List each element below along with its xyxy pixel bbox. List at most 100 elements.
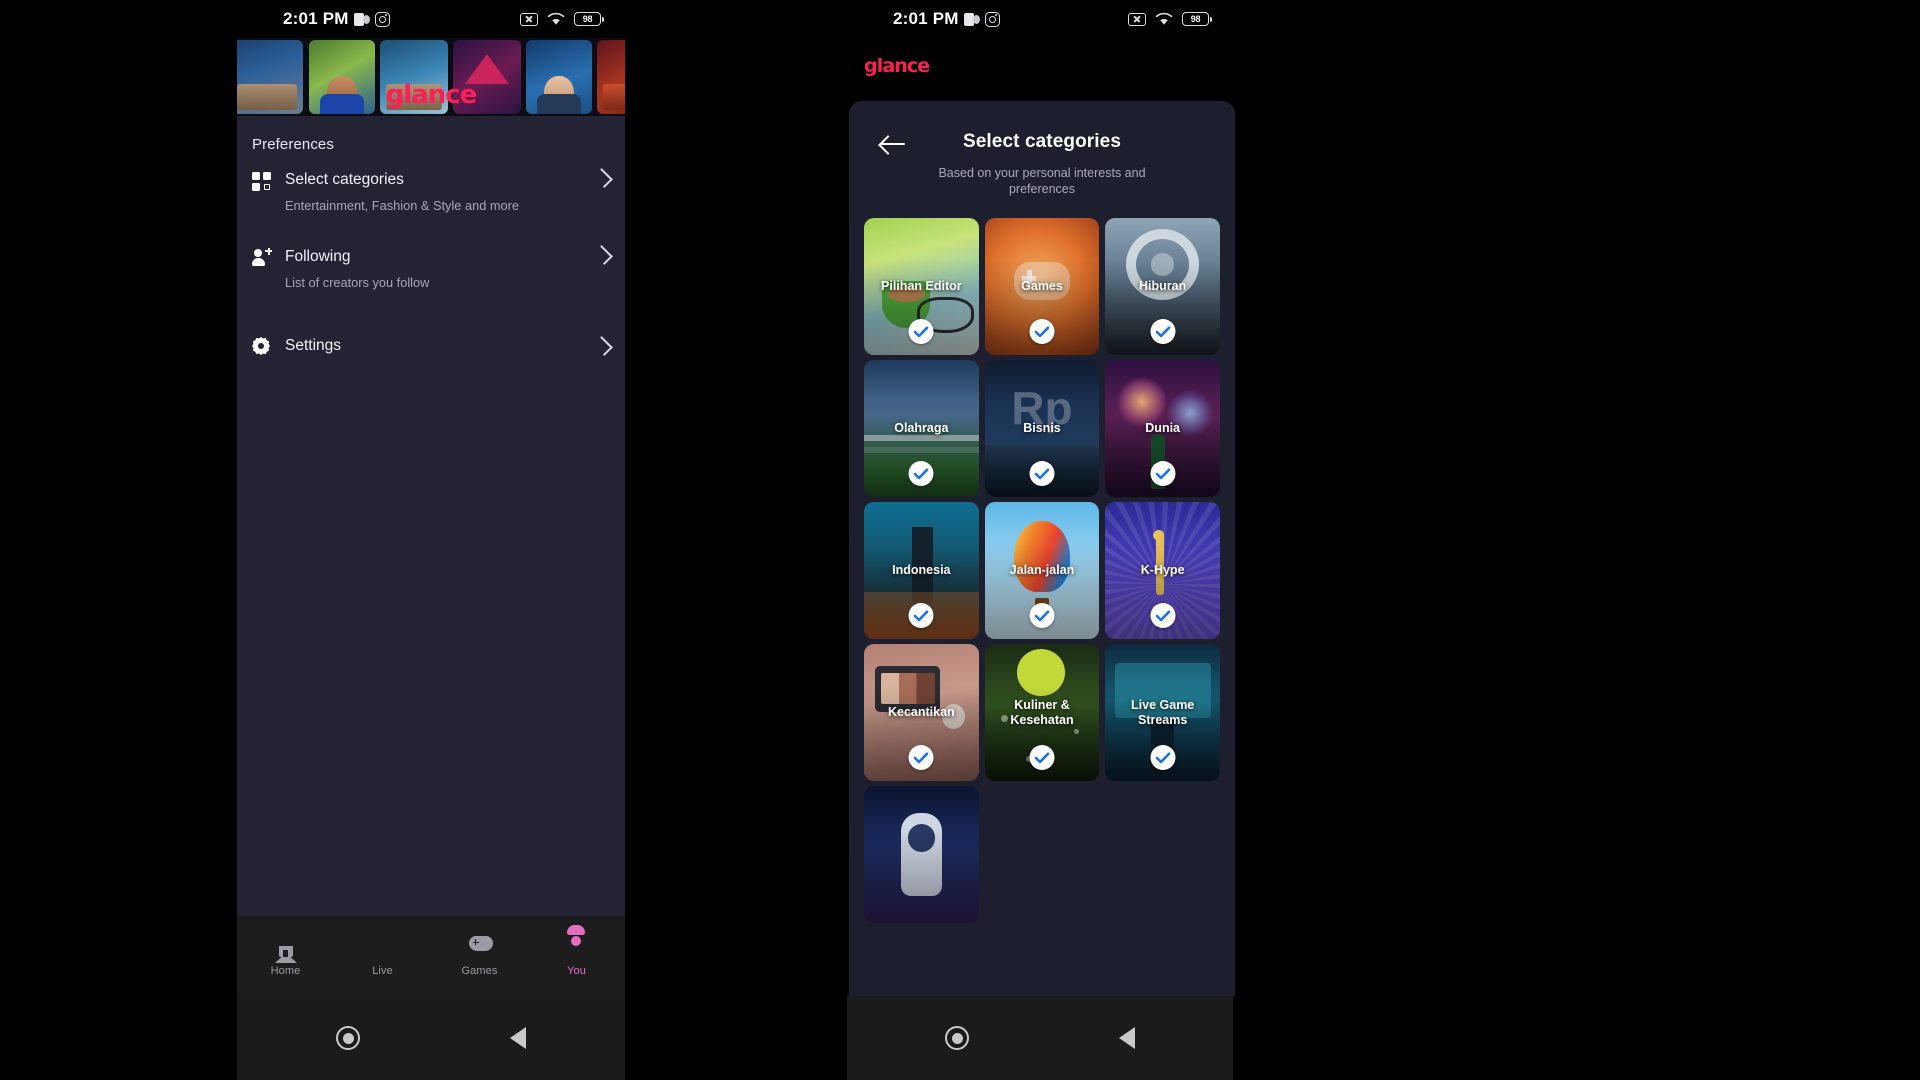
pref-row-settings[interactable]: Settings <box>237 324 625 368</box>
category-tile[interactable]: Kuliner & Kesehatan <box>984 644 1100 781</box>
category-label: Jalan-jalan <box>1009 563 1075 577</box>
battery-icon: 98 <box>1182 12 1212 26</box>
tab-games[interactable]: Games <box>431 935 528 977</box>
status-time: 2:01 PM <box>283 9 349 28</box>
check-icon[interactable] <box>1029 461 1055 486</box>
back-triangle-icon[interactable] <box>510 1027 526 1049</box>
gamepad-icon <box>460 935 493 958</box>
pref-subtitle: Entertainment, Fashion & Style and more <box>285 198 520 213</box>
status-bar-left: 2:01 PM 98 <box>237 0 625 38</box>
pref-subtitle: List of creators you follow <box>285 275 430 290</box>
home-icon <box>274 935 297 963</box>
hero-card[interactable] <box>526 40 592 114</box>
category-tile[interactable]: RpBisnis <box>984 360 1100 497</box>
preferences-title: Preferences <box>252 136 334 153</box>
sim-off-icon <box>520 12 538 26</box>
pref-label: Settings <box>285 337 342 354</box>
instagram-icon <box>984 11 1000 27</box>
category-grid: Pilihan Editor Games Hiburan Olahraga RpBisn… <box>849 218 1235 923</box>
category-tile[interactable]: Pilihan Editor <box>864 218 979 355</box>
status-bar-right-cluster: 98 <box>520 12 625 26</box>
category-tile[interactable]: Hiburan <box>1105 218 1220 355</box>
person-add-icon <box>252 247 278 267</box>
tab-live[interactable]: Live <box>334 936 431 977</box>
tab-you[interactable]: You <box>528 924 625 977</box>
check-icon[interactable] <box>1150 461 1176 486</box>
left-phone-frame: 2:01 PM 98 glance Preferences Select cat… <box>237 0 625 1080</box>
chevron-right-icon[interactable] <box>593 168 613 188</box>
category-tile[interactable]: Games <box>984 218 1100 355</box>
check-icon[interactable] <box>1029 603 1055 628</box>
back-triangle-icon[interactable] <box>1119 1027 1135 1049</box>
tab-home[interactable]: Home <box>237 935 334 977</box>
android-nav-bar-left <box>237 996 625 1080</box>
tab-label: Home <box>270 964 301 977</box>
category-tile[interactable] <box>864 786 979 923</box>
category-tile[interactable]: Dunia <box>1105 360 1220 497</box>
status-time: 2:01 PM <box>893 9 959 28</box>
pref-text-block: Settings <box>278 337 595 355</box>
category-label: Hiburan <box>1139 279 1187 293</box>
tab-label: Live <box>372 964 393 977</box>
teams-icon <box>353 12 370 27</box>
category-label: Olahraga <box>894 421 949 435</box>
category-label: Dunia <box>1145 421 1181 435</box>
status-bar-right-cluster: 98 <box>1128 12 1233 26</box>
category-label: Indonesia <box>892 563 951 577</box>
check-icon[interactable] <box>908 319 934 344</box>
glance-logo-hero: glance <box>385 80 478 110</box>
screenshot-stage: 2:01 PM 98 glance Preferences Select cat… <box>0 0 1920 1080</box>
check-icon[interactable] <box>1150 603 1176 628</box>
check-icon[interactable] <box>908 603 934 628</box>
glance-logo: glance <box>864 55 930 77</box>
check-icon[interactable] <box>908 461 934 486</box>
category-label: Kuliner & Kesehatan <box>1010 697 1074 727</box>
arrow-left-icon[interactable] <box>881 134 907 154</box>
check-icon[interactable] <box>1150 319 1176 344</box>
category-tile[interactable]: K-Hype <box>1105 502 1220 639</box>
sheet-header: Select categories Based on your personal… <box>849 101 1235 197</box>
status-bar-left-cluster: 2:01 PM <box>237 9 390 29</box>
check-icon[interactable] <box>1029 319 1055 344</box>
category-label: K-Hype <box>1140 563 1185 577</box>
status-bar-right: 2:01 PM 98 <box>847 0 1233 38</box>
right-phone-frame: 2:01 PM 98 glance Select categories Base… <box>847 0 1235 1080</box>
wifi-icon <box>1155 12 1173 26</box>
chevron-right-icon[interactable] <box>593 245 613 265</box>
check-icon[interactable] <box>908 745 934 770</box>
check-icon[interactable] <box>1029 745 1055 770</box>
pref-row-select-categories[interactable]: Select categories Entertainment, Fashion… <box>237 168 625 232</box>
pref-row-following[interactable]: Following List of creators you follow <box>237 245 625 309</box>
battery-icon: 98 <box>574 12 604 26</box>
preferences-panel: Preferences Select categories Entertainm… <box>237 116 625 916</box>
teams-icon <box>963 12 980 27</box>
hero-card[interactable] <box>597 40 625 114</box>
category-tile[interactable]: Kecantikan <box>864 644 979 781</box>
hero-carousel: glance <box>237 38 625 116</box>
pref-text-block: Select categories Entertainment, Fashion… <box>278 170 595 214</box>
home-circle-icon[interactable] <box>336 1026 360 1050</box>
category-tile[interactable]: Live Game Streams <box>1105 644 1220 781</box>
wifi-icon <box>547 12 565 26</box>
category-label: Games <box>1021 279 1063 293</box>
category-label: Bisnis <box>1023 421 1061 435</box>
home-circle-icon[interactable] <box>945 1026 969 1050</box>
select-categories-sheet: Select categories Based on your personal… <box>849 101 1235 996</box>
tab-label: You <box>567 964 586 977</box>
check-icon[interactable] <box>1150 745 1176 770</box>
category-tile[interactable]: Olahraga <box>864 360 979 497</box>
hero-card[interactable] <box>309 40 375 114</box>
chevron-right-icon[interactable] <box>593 336 613 356</box>
pref-label: Select categories <box>285 171 404 188</box>
person-icon <box>566 924 588 958</box>
category-tile[interactable]: Jalan-jalan <box>984 502 1100 639</box>
tile-gradient-overlay <box>864 786 979 923</box>
hero-card[interactable] <box>237 40 303 114</box>
gear-icon <box>252 337 278 355</box>
category-label: Pilihan Editor <box>881 279 962 293</box>
category-tile[interactable]: Indonesia <box>864 502 979 639</box>
play-icon <box>372 936 394 958</box>
pref-label: Following <box>285 248 351 265</box>
category-label: Kecantikan <box>887 705 955 719</box>
battery-level: 98 <box>582 13 593 24</box>
